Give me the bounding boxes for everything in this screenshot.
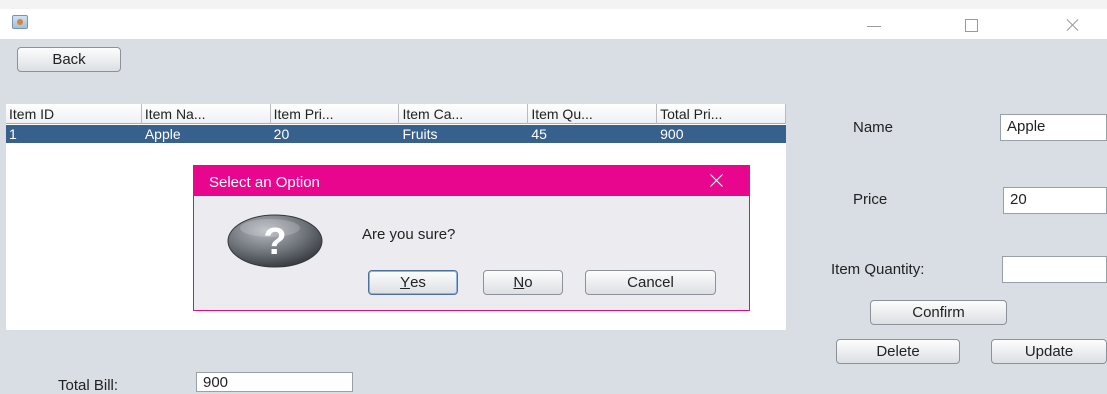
maximize-icon[interactable]: [948, 11, 994, 37]
no-button[interactable]: No: [483, 270, 563, 295]
svg-text:?: ?: [263, 221, 286, 263]
yes-label: es: [410, 274, 426, 291]
column-header-item-id[interactable]: Item ID: [6, 104, 142, 124]
name-label: Name: [853, 119, 894, 136]
price-field[interactable]: 20: [1003, 187, 1107, 214]
confirm-button[interactable]: Confirm: [870, 300, 1007, 325]
cell-item-category: Fruits: [402, 126, 438, 142]
item-quantity-field[interactable]: [1002, 256, 1107, 283]
item-quantity-label: Item Quantity:: [831, 261, 925, 278]
dialog-close-icon[interactable]: [707, 171, 727, 191]
close-icon[interactable]: [1050, 11, 1096, 37]
column-header-item-price[interactable]: Item Pri...: [271, 104, 400, 124]
yes-button[interactable]: Yes: [368, 270, 458, 295]
dialog-message: Are you sure?: [362, 226, 456, 243]
no-mnemonic: N: [513, 274, 525, 291]
java-app-icon: [12, 15, 28, 29]
dialog-title: Select an Option: [194, 166, 749, 196]
cell-total-price: 900: [660, 126, 684, 142]
cell-item-price: 20: [273, 126, 290, 142]
update-button[interactable]: Update: [991, 339, 1107, 364]
name-field[interactable]: Apple: [1000, 114, 1107, 141]
cancel-button[interactable]: Cancel: [585, 270, 716, 295]
delete-button[interactable]: Delete: [836, 339, 960, 364]
minimize-icon[interactable]: [850, 11, 896, 37]
column-header-item-quantity[interactable]: Item Qu...: [528, 104, 658, 124]
total-bill-label: Total Bill:: [58, 377, 119, 394]
price-label: Price: [853, 191, 888, 208]
cell-item-id: 1: [9, 126, 17, 142]
question-icon: ?: [226, 214, 326, 269]
total-bill-field[interactable]: 900: [196, 372, 353, 392]
no-label: o: [524, 274, 533, 291]
window-titlebar: [0, 0, 1107, 39]
table-row-selected[interactable]: 1 Apple 20 Fruits 45 900: [6, 125, 786, 143]
table-header: Item ID Item Na... Item Pri... Item Ca..…: [6, 104, 786, 124]
cell-item-quantity: 45: [531, 126, 547, 142]
column-header-item-category[interactable]: Item Ca...: [399, 104, 529, 124]
cell-item-name: Apple: [144, 126, 181, 142]
column-header-item-name[interactable]: Item Na...: [142, 104, 271, 124]
column-header-total-price[interactable]: Total Pri...: [657, 104, 786, 124]
yes-mnemonic: Y: [400, 274, 411, 291]
back-button[interactable]: Back: [17, 47, 121, 72]
confirm-dialog: Select an Option ? Are you sure? Yes No …: [193, 165, 750, 311]
